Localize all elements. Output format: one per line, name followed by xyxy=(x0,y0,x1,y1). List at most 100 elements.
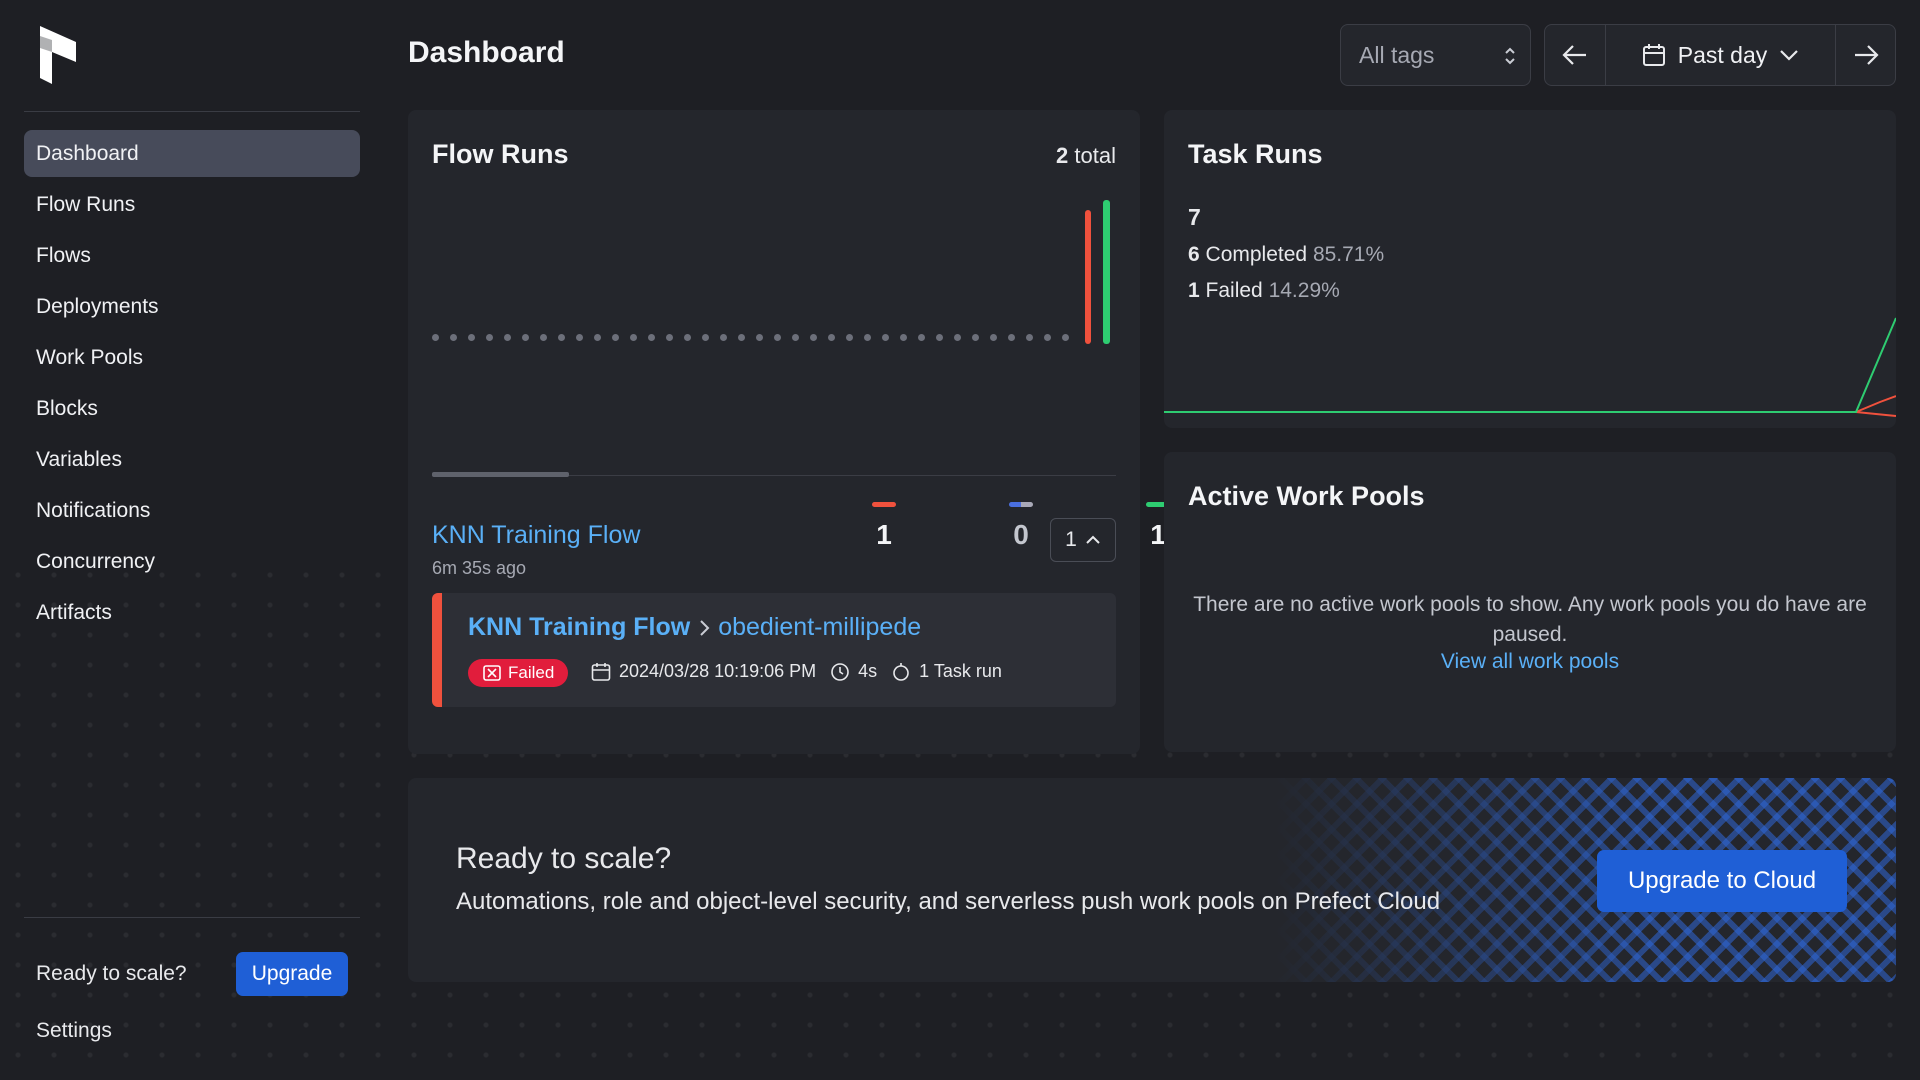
history-empty-slot xyxy=(594,334,601,341)
page-title: Dashboard xyxy=(408,36,565,69)
history-empty-slot xyxy=(990,334,997,341)
sidebar-item-variables[interactable]: Variables xyxy=(24,436,360,483)
history-empty-slot xyxy=(612,334,619,341)
history-empty-slot xyxy=(972,334,979,341)
history-empty-slot xyxy=(558,334,565,341)
arrow-right-icon xyxy=(1855,45,1879,65)
sidebar-divider xyxy=(24,111,360,112)
sidebar-item-blocks[interactable]: Blocks xyxy=(24,385,360,432)
history-empty-slot xyxy=(1008,334,1015,341)
state-color-swatch xyxy=(1009,502,1033,507)
history-empty-slot xyxy=(954,334,961,341)
arrow-left-icon xyxy=(1562,45,1586,65)
history-empty-slot xyxy=(630,334,637,341)
state-badge-failed: Failed xyxy=(468,659,569,687)
next-range-button[interactable] xyxy=(1836,25,1896,85)
date-range-select[interactable]: Past day xyxy=(1606,25,1835,85)
state-count-tab[interactable]: 0 xyxy=(991,502,1051,551)
completed-run-bar[interactable] xyxy=(1103,200,1110,344)
previous-range-button[interactable] xyxy=(1545,25,1605,85)
history-empty-slot xyxy=(882,334,889,341)
clock-icon xyxy=(831,662,849,681)
flow-group-count: 1 xyxy=(1065,528,1077,551)
history-empty-slot xyxy=(1062,334,1069,341)
task-runs-card: Task Runs 7 6 Completed 85.71% 1 Failed … xyxy=(1164,110,1896,428)
history-empty-slot xyxy=(864,334,871,341)
flow-run-row[interactable]: KNN Training Flow obedient-millipede Fai… xyxy=(432,593,1116,707)
flow-group-time-ago: 6m 35s ago xyxy=(432,558,527,578)
history-empty-slot xyxy=(936,334,943,341)
flow-group-name[interactable]: KNN Training Flow xyxy=(432,521,640,550)
sidebar-divider xyxy=(24,917,360,918)
sidebar-item-flow-runs[interactable]: Flow Runs xyxy=(24,181,360,228)
state-badge-label: Failed xyxy=(508,663,555,682)
date-range-label: Past day xyxy=(1677,41,1768,68)
history-empty-slot xyxy=(468,334,475,341)
work-pools-title: Active Work Pools xyxy=(1188,481,1425,511)
run-task-count[interactable]: 1 Task run xyxy=(919,661,1002,682)
date-range-control: Past day xyxy=(1544,24,1896,86)
history-empty-slot xyxy=(792,334,799,341)
tags-select[interactable]: All tags xyxy=(1340,24,1531,86)
failed-count: 1 xyxy=(1188,279,1200,302)
history-empty-slot xyxy=(720,334,727,341)
sidebar-item-flows[interactable]: Flows xyxy=(24,232,360,279)
history-empty-slot xyxy=(810,334,817,341)
banner-title: Ready to scale? xyxy=(456,842,672,875)
state-count-tab[interactable]: 1 xyxy=(854,502,914,551)
state-color-swatch xyxy=(872,502,896,507)
history-empty-slot xyxy=(432,334,439,341)
task-runs-sparkline xyxy=(1164,317,1896,417)
view-all-work-pools-link[interactable]: View all work pools xyxy=(1188,650,1872,674)
failed-percent: 14.29% xyxy=(1268,279,1340,302)
history-empty-slot xyxy=(666,334,673,341)
sidebar-item-settings[interactable]: Settings xyxy=(36,1019,112,1043)
run-datetime: 2024/03/28 10:19:06 PM xyxy=(619,661,817,681)
state-count-value: 0 xyxy=(1013,519,1029,550)
history-empty-slot xyxy=(828,334,835,341)
failed-icon xyxy=(483,665,501,681)
chevron-up-down-icon xyxy=(1505,47,1515,65)
flow-runs-total-count: 2 xyxy=(1056,143,1069,168)
run-duration: 4s xyxy=(858,661,878,681)
upgrade-to-cloud-button[interactable]: Upgrade to Cloud xyxy=(1597,850,1847,912)
flow-runs-title: Flow Runs xyxy=(432,139,569,169)
history-empty-slot xyxy=(486,334,493,341)
failed-run-bar[interactable] xyxy=(1085,210,1091,344)
run-breadcrumb: KNN Training Flow obedient-millipede xyxy=(468,613,921,642)
sidebar-item-deployments[interactable]: Deployments xyxy=(24,283,360,330)
calendar-icon xyxy=(591,662,611,681)
history-empty-slot xyxy=(1026,334,1033,341)
active-tab-indicator xyxy=(432,472,569,477)
flow-runs-total: 2 total xyxy=(1056,143,1116,169)
task-runs-completed: 6 Completed 85.71% xyxy=(1188,243,1384,267)
prefect-logo[interactable] xyxy=(36,26,76,84)
task-runs-title: Task Runs xyxy=(1188,139,1323,169)
flow-group-toggle[interactable]: 1 xyxy=(1050,518,1116,562)
run-name-link[interactable]: obedient-millipede xyxy=(718,613,921,642)
work-pools-empty-message: There are no active work pools to show. … xyxy=(1193,593,1867,646)
work-pools-card: Active Work Pools There are no active wo… xyxy=(1164,452,1896,752)
history-empty-slot xyxy=(648,334,655,341)
history-empty-slot xyxy=(1044,334,1051,341)
history-empty-slot xyxy=(450,334,457,341)
sidebar-item-dashboard[interactable]: Dashboard xyxy=(24,130,360,177)
completed-count: 6 xyxy=(1188,243,1200,266)
history-empty-slot xyxy=(702,334,709,341)
task-run-icon xyxy=(893,662,909,681)
calendar-icon xyxy=(1642,44,1665,66)
sidebar-item-concurrency[interactable]: Concurrency xyxy=(24,538,360,585)
history-empty-slot xyxy=(774,334,781,341)
history-empty-slot xyxy=(900,334,907,341)
upgrade-button[interactable]: Upgrade xyxy=(236,952,348,996)
sidebar-item-notifications[interactable]: Notifications xyxy=(24,487,360,534)
history-empty-slot xyxy=(738,334,745,341)
history-empty-slot xyxy=(756,334,763,341)
flow-runs-card: Flow Runs 2 total 10100 KNN Training Flo… xyxy=(408,110,1444,754)
completed-percent: 85.71% xyxy=(1312,243,1385,266)
sidebar-item-work-pools[interactable]: Work Pools xyxy=(24,334,360,381)
failed-label: Failed xyxy=(1205,279,1263,302)
run-flow-name-link[interactable]: KNN Training Flow xyxy=(468,613,690,642)
state-count-value: 1 xyxy=(876,519,892,550)
sidebar-item-artifacts[interactable]: Artifacts xyxy=(24,589,360,636)
